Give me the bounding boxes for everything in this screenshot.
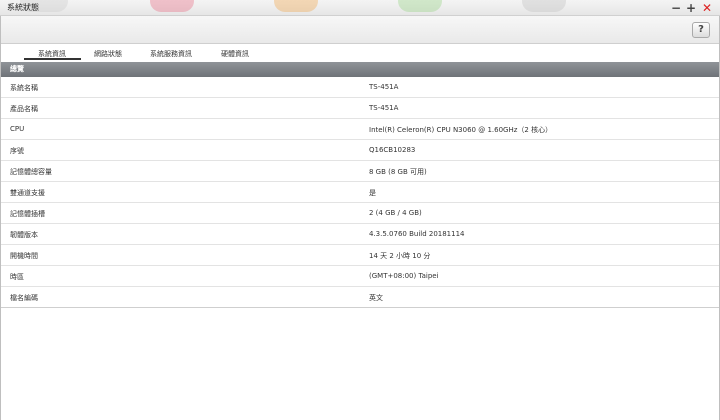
row-label: 序號 — [10, 147, 24, 155]
background-icon-blur — [522, 0, 566, 12]
close-button[interactable]: ✕ — [700, 1, 714, 15]
row-label: 時區 — [10, 273, 24, 281]
row-value: Intel(R) Celeron(R) CPU N3060 @ 1.60GHz（… — [369, 126, 553, 134]
row-label: 產品名稱 — [10, 105, 38, 113]
minimize-button[interactable]: − — [669, 1, 683, 15]
row-value: TS-451A — [369, 83, 399, 91]
background-icon-blur — [274, 0, 318, 12]
row-label: 開機時間 — [10, 252, 38, 260]
table-row: 韌體版本 4.3.5.0760 Build 20181114 — [1, 224, 719, 245]
table-row: 開機時間 14 天 2 小時 10 分 — [1, 245, 719, 266]
row-value: 4.3.5.0760 Build 20181114 — [369, 230, 465, 238]
row-value: 14 天 2 小時 10 分 — [369, 252, 431, 260]
table-row: 雙通道支援 是 — [1, 182, 719, 203]
active-tab-indicator — [24, 58, 81, 60]
table-row: 系統名稱 TS-451A — [1, 77, 719, 98]
table-row: 序號 Q16CB10283 — [1, 140, 719, 161]
row-value: Q16CB10283 — [369, 146, 416, 154]
row-value: 是 — [369, 189, 376, 197]
row-label: 記憶體插槽 — [10, 210, 45, 218]
window-border-left — [0, 16, 1, 420]
row-label: 韌體版本 — [10, 231, 38, 239]
row-label: 雙通道支援 — [10, 189, 45, 197]
window-title: 系統狀態 — [7, 3, 39, 12]
table-row: 記憶體插槽 2 (4 GB / 4 GB) — [1, 203, 719, 224]
row-value: 英文 — [369, 294, 383, 302]
background-icon-blur — [398, 0, 442, 12]
table-row: 記憶體總容量 8 GB (8 GB 可用) — [1, 161, 719, 182]
row-value: 2 (4 GB / 4 GB) — [369, 209, 422, 217]
tab-system-service-info[interactable]: 系統服務資訊 — [150, 49, 192, 59]
row-label: CPU — [10, 125, 25, 133]
row-value: 8 GB (8 GB 可用) — [369, 168, 427, 176]
toolbar — [0, 16, 720, 44]
row-label: 記憶體總容量 — [10, 168, 52, 176]
info-table: 系統名稱 TS-451A 產品名稱 TS-451A CPU Intel(R) C… — [1, 77, 719, 308]
tab-bar: 系統資訊 網路狀態 系統服務資訊 硬體資訊 — [0, 44, 720, 61]
background-icon-blur — [150, 0, 194, 12]
tab-network-status[interactable]: 網路狀態 — [94, 49, 122, 59]
table-row: 時區 (GMT+08:00) Taipei — [1, 266, 719, 287]
tab-hardware-info[interactable]: 硬體資訊 — [221, 49, 249, 59]
row-value: TS-451A — [369, 104, 399, 112]
row-value: (GMT+08:00) Taipei — [369, 272, 439, 280]
table-row: 產品名稱 TS-451A — [1, 98, 719, 119]
row-label: 系統名稱 — [10, 84, 38, 92]
table-row: CPU Intel(R) Celeron(R) CPU N3060 @ 1.60… — [1, 119, 719, 140]
section-header-overview: 總覽 — [1, 62, 719, 77]
window-titlebar[interactable]: 系統狀態 − + ✕ — [0, 0, 720, 16]
maximize-button[interactable]: + — [684, 1, 698, 15]
help-button[interactable]: ? — [692, 22, 710, 38]
row-label: 檔名編碼 — [10, 294, 38, 302]
table-row: 檔名編碼 英文 — [1, 287, 719, 308]
